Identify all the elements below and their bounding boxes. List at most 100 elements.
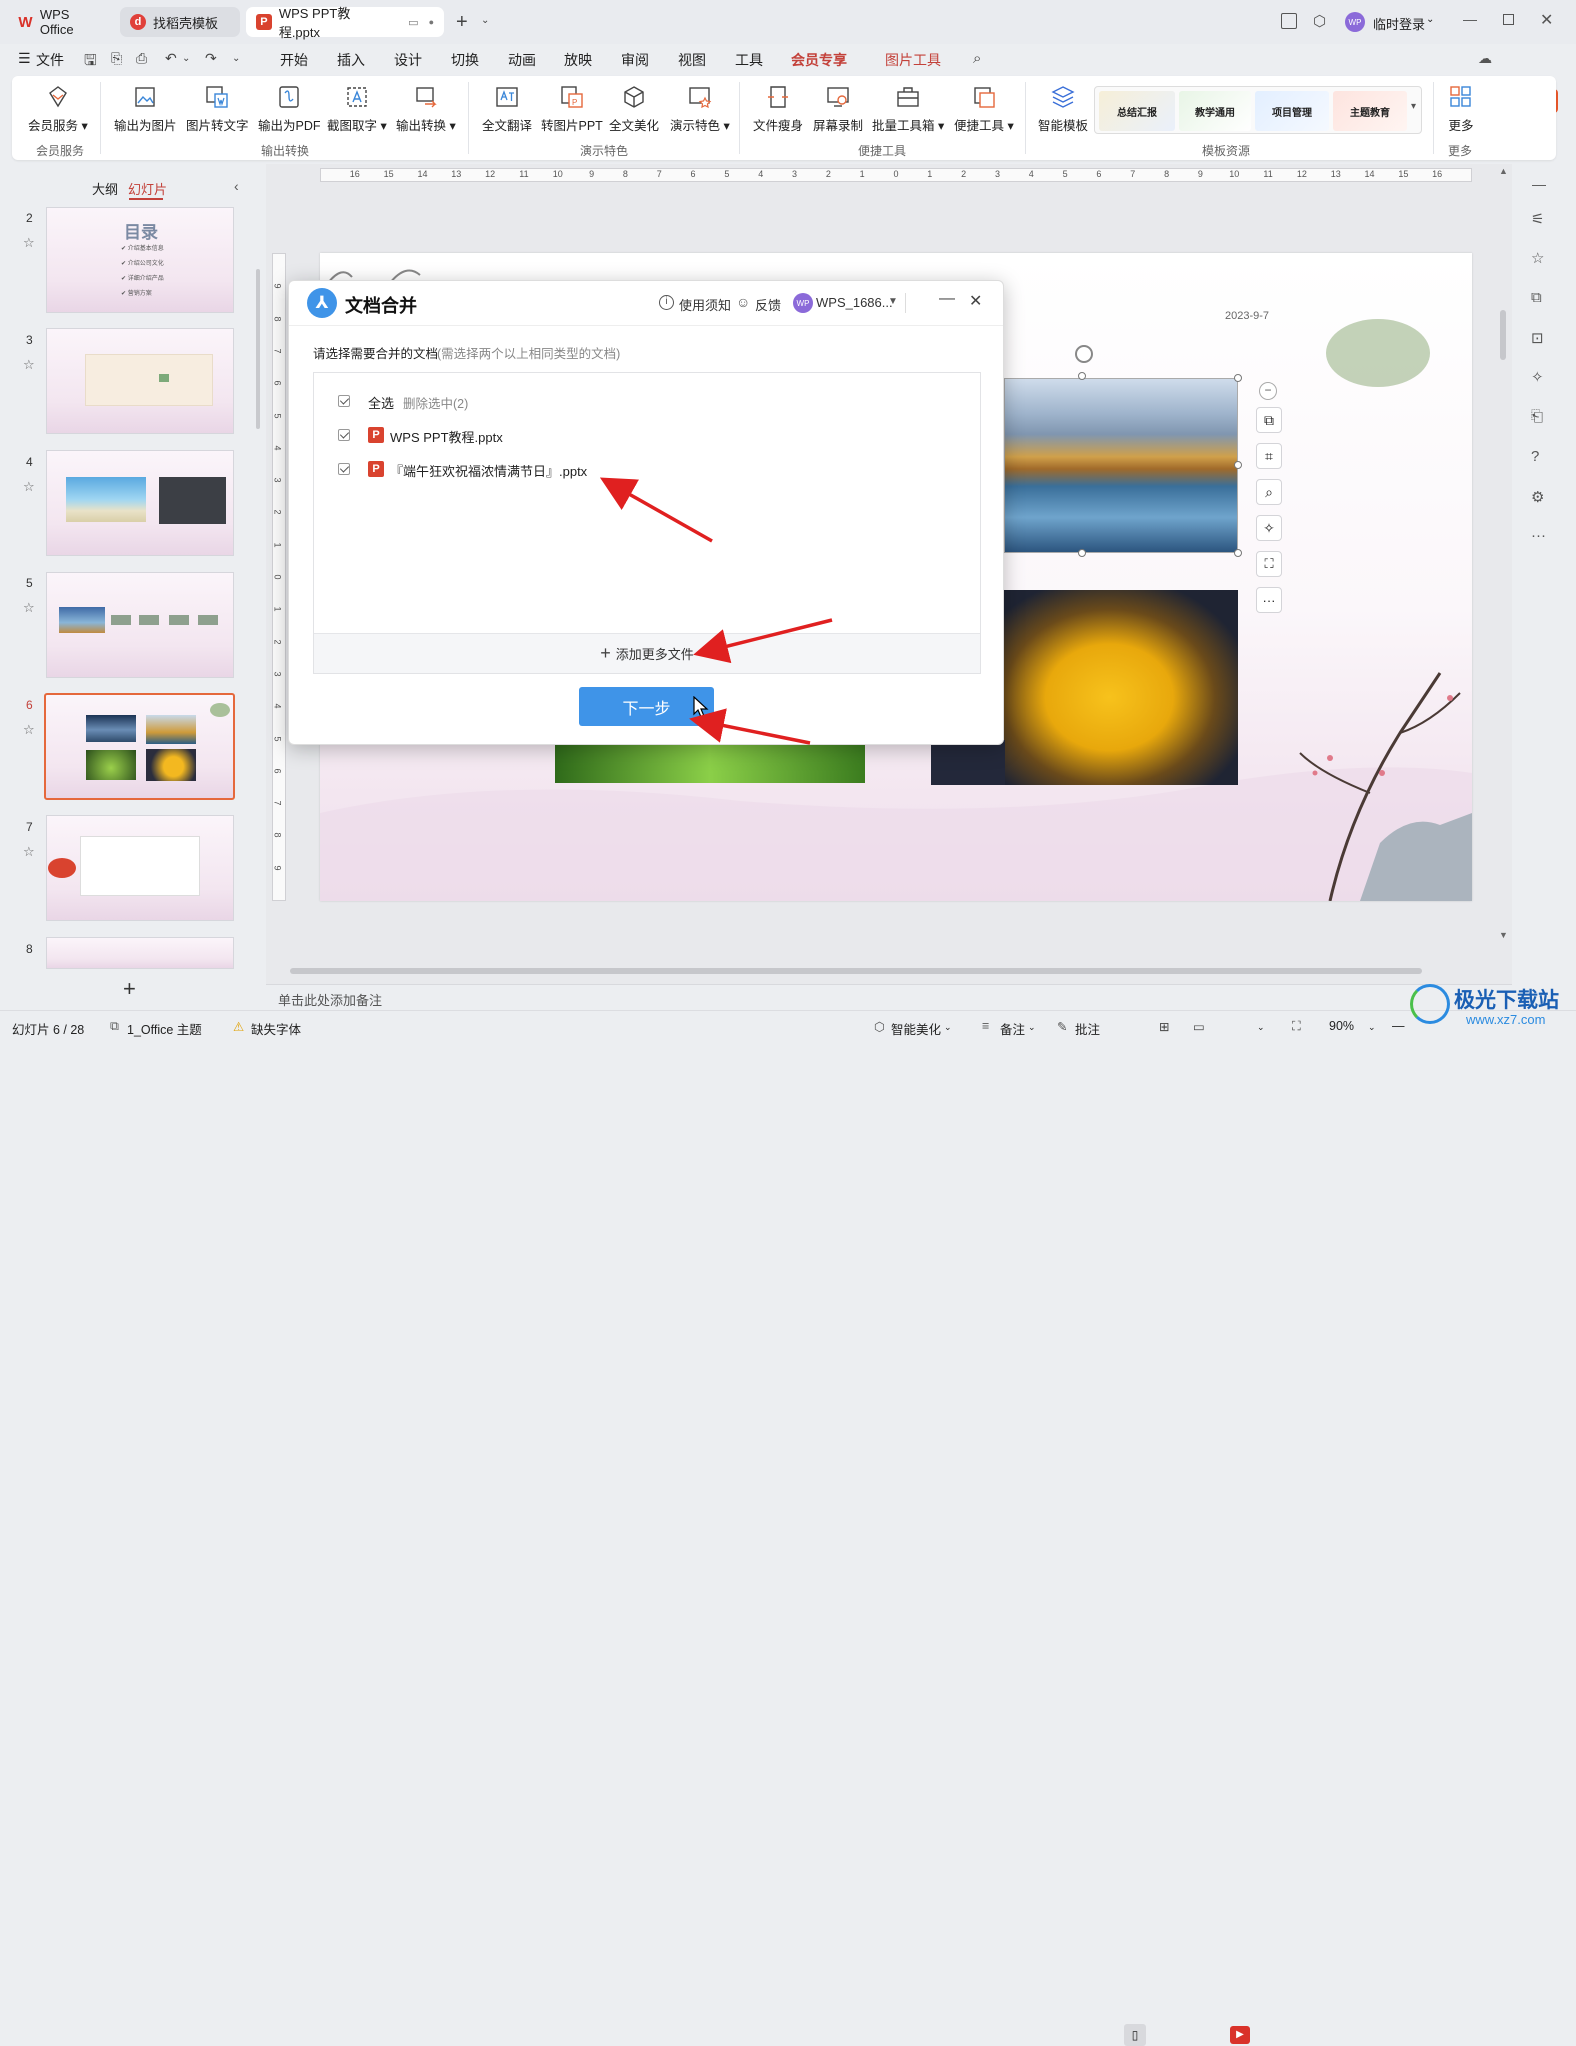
more-button[interactable]: 更多 [1448,84,1474,134]
user-avatar[interactable]: WP [793,293,813,313]
select-all-label[interactable]: 全选 [368,393,394,412]
star-icon[interactable]: ☆ [23,600,35,616]
chevron-down-icon[interactable]: ⌄ [481,15,489,26]
resize-handle[interactable] [1234,461,1242,469]
vertical-scrollbar[interactable] [1500,310,1506,360]
copy-icon[interactable]: ⧉ [1531,289,1542,306]
scroll-up-icon[interactable]: ▲ [1499,166,1508,176]
collapse-panel-icon[interactable]: ‹ [234,178,239,194]
layout-icon[interactable] [1281,13,1297,29]
minimize-icon[interactable]: — [1463,11,1477,27]
gallery-expand-icon[interactable]: ▾ [1411,101,1416,112]
rotate-handle-icon[interactable] [1075,345,1093,363]
tab-tools[interactable]: 工具 [735,50,763,70]
add-more-files-button[interactable]: + 添加更多文件 [314,633,980,673]
tab-home[interactable]: 开始 [280,50,308,70]
tab-transition[interactable]: 切换 [451,50,479,70]
tab-design[interactable]: 设计 [394,50,422,70]
star-icon[interactable]: ☆ [1531,249,1544,267]
notes-button[interactable]: 备注 [1000,1019,1025,1038]
template-theme[interactable]: 主题教育 [1333,91,1407,131]
export-icon[interactable]: ⎘ [111,50,122,67]
slide-date[interactable]: 2023-9-7 [1225,310,1269,322]
tab-member[interactable]: 会员专享 [791,50,847,70]
tab-view[interactable]: 视图 [678,50,706,70]
star-icon[interactable]: ☆ [23,722,35,738]
more-icon[interactable]: ··· [1256,587,1282,613]
new-tab-icon[interactable]: + [456,11,468,34]
green-leaf-image[interactable] [555,745,865,783]
smart-beautify-button[interactable]: 智能美化 [891,1019,941,1038]
chevron-down-icon[interactable]: ▼ [888,296,898,307]
image-to-text-button[interactable]: 图片转文字 [186,84,249,134]
magic-icon[interactable]: ✧ [1256,515,1282,541]
image-edit-icon[interactable]: ⊡ [1531,329,1544,347]
user-name[interactable]: WPS_1686... [816,295,893,310]
star-icon[interactable]: ☆ [23,844,35,860]
cube-icon[interactable]: ⬡ [1313,12,1326,30]
slide-thumbnail-3[interactable] [46,328,234,434]
notice-link[interactable]: 使用须知 [679,295,731,314]
help-icon[interactable]: ? [1531,448,1539,465]
save-icon[interactable]: 🖫 [84,50,97,75]
tab-picture-tools[interactable]: 图片工具 [885,50,941,70]
undo-icon[interactable]: ↶ [165,50,177,67]
minimize-icon[interactable]: — [939,290,955,308]
login-label[interactable]: 临时登录 [1373,14,1425,33]
crop-icon[interactable]: ⌗ [1256,443,1282,469]
chevron-down-icon[interactable]: ⌄ [182,53,190,64]
normal-view-icon[interactable]: ▯ [1124,2024,1146,2046]
print-preview-icon[interactable]: ⎙ [136,50,147,67]
tools-icon[interactable]: ⚙ [1531,488,1544,506]
monitor-icon[interactable]: ▭ [408,16,418,29]
lake-autumn-image[interactable] [1004,378,1238,553]
chevron-down-icon[interactable]: ⌄ [1257,1022,1265,1033]
full-beautify-button[interactable]: 全文美化 [609,84,659,134]
grid-view-icon[interactable]: ⊞ [1159,1019,1169,1034]
batch-toolbox-button[interactable]: 批量工具箱 ▾ [872,84,944,134]
full-translate-button[interactable]: 全文翻译 [482,84,532,134]
tab-insert[interactable]: 插入 [337,50,365,70]
output-convert-button[interactable]: 输出转换 ▾ [396,84,456,134]
smart-template-button[interactable]: 智能模板 [1038,84,1088,134]
file-slim-button[interactable]: 文件瘦身 [753,84,803,134]
slide-thumbnail-4[interactable] [46,450,234,556]
layers-tool-icon[interactable]: ⧉ [1256,407,1282,433]
tab-slideshow[interactable]: 放映 [564,50,592,70]
zoom-icon[interactable]: ⌕ [1256,479,1282,505]
missing-font-button[interactable]: 缺失字体 [251,1019,301,1038]
tab-docer[interactable]: d 找稻壳模板 [120,7,240,37]
fit-window-icon[interactable]: ⛶ [1292,1019,1301,1034]
template-teaching[interactable]: 教学通用 [1179,91,1251,131]
resize-handle[interactable] [1078,549,1086,557]
zoom-out-icon[interactable]: — [1392,1019,1405,1033]
theme-name[interactable]: 1_Office 主题 [127,1019,202,1038]
scroll-down-icon[interactable]: ▼ [1499,930,1508,940]
template-summary[interactable]: 总结汇报 [1099,91,1175,131]
redo-icon[interactable]: ↷ [205,50,217,67]
star-icon[interactable]: ☆ [23,357,35,373]
file-checkbox[interactable] [338,463,350,475]
convenient-tools-button[interactable]: 便捷工具 ▾ [954,84,1014,134]
resize-handle[interactable] [1234,549,1242,557]
chevron-down-icon[interactable]: ⌄ [1426,14,1434,25]
star-icon[interactable]: ☆ [23,235,35,251]
slideshow-play-icon[interactable] [48,858,76,878]
close-icon[interactable]: ✕ [969,291,982,311]
more-icon[interactable]: ··· [1531,527,1546,544]
slide-thumbnail-8[interactable] [46,937,234,969]
delete-selected-link[interactable]: 删除选中(2) [403,393,468,412]
text-extract-icon[interactable]: ⛶ [1256,551,1282,577]
export-pdf-button[interactable]: 输出为PDF [258,84,321,134]
tab-outline[interactable]: 大纲 [92,179,118,198]
panel-scrollbar[interactable] [256,269,260,429]
presentation-features-button[interactable]: 演示特色 ▾ [670,84,730,134]
slide-thumbnail-2[interactable]: 目录 ✔ 介绍基本信息 ✔ 介绍公司文化 ✔ 详细介绍产品 ✔ 营销方案 [46,207,234,313]
collapse-icon[interactable]: − [1259,382,1277,400]
notes-area[interactable]: 单击此处添加备注 [266,984,1512,1010]
resize-handle[interactable] [1078,372,1086,380]
star-icon[interactable]: ☆ [23,479,35,495]
maximize-icon[interactable] [1503,14,1514,25]
resize-handle[interactable] [1234,374,1242,382]
close-icon[interactable]: ✕ [1540,10,1553,30]
